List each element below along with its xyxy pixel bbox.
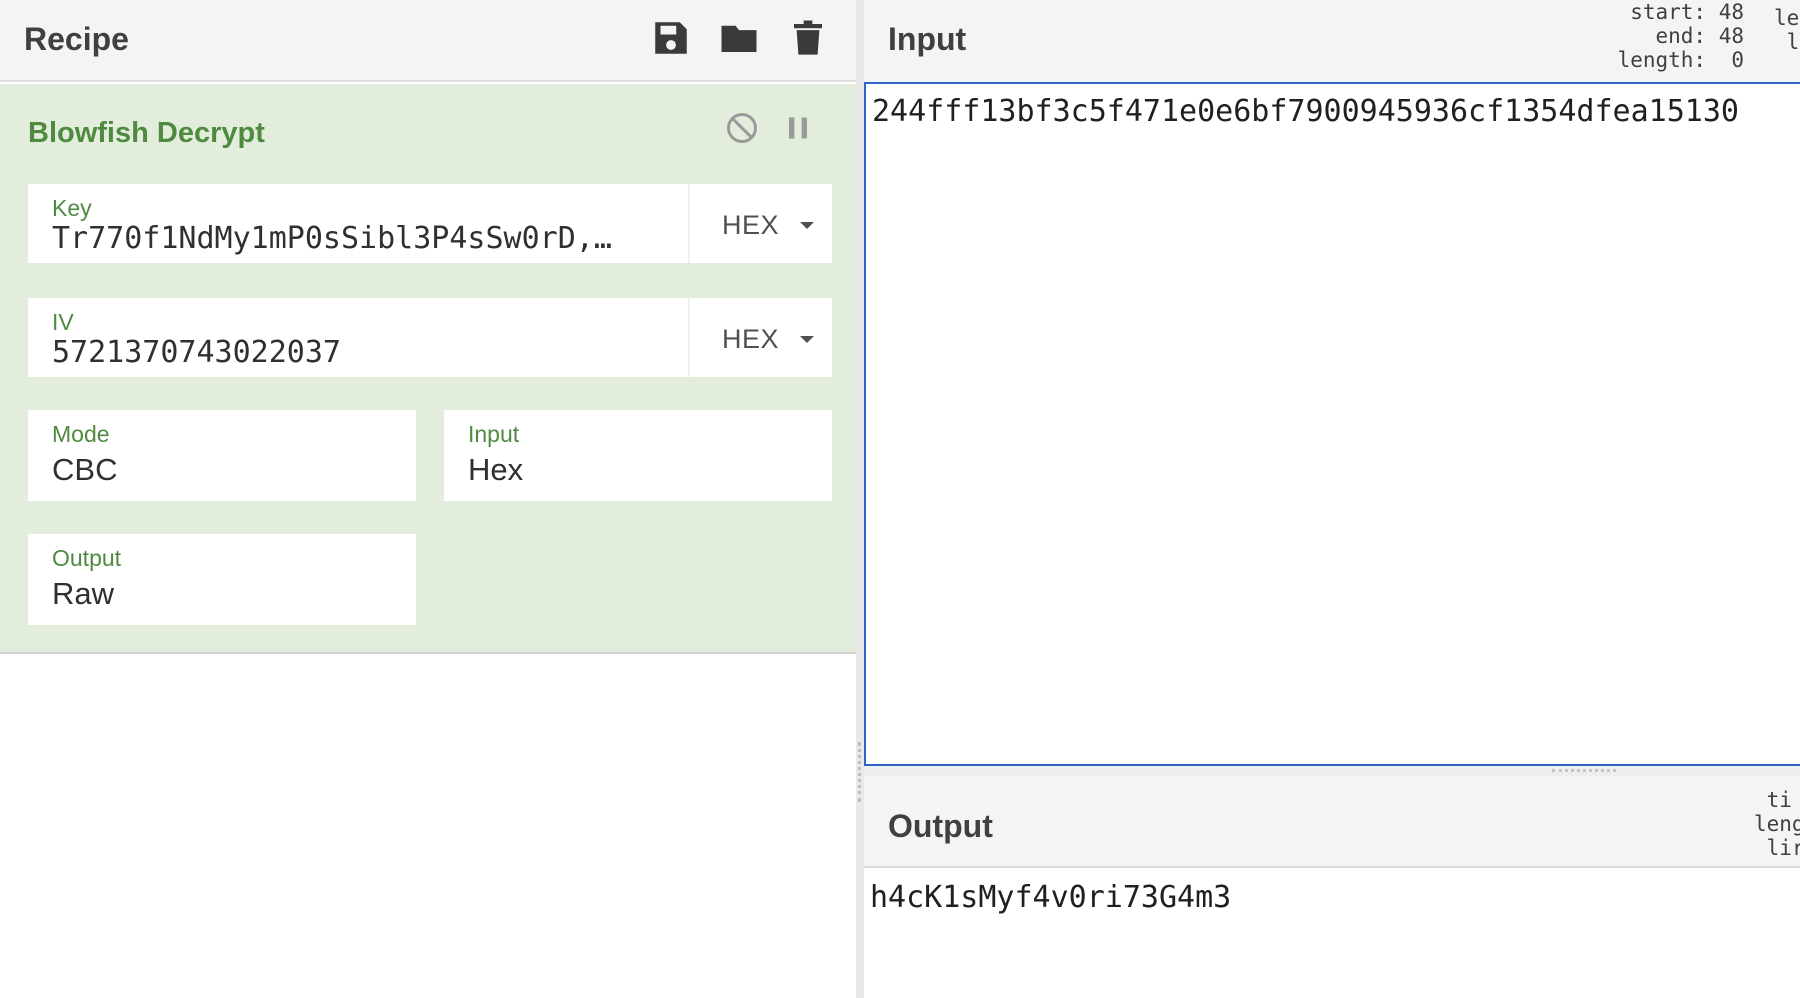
operation-title: Blowfish Decrypt bbox=[28, 117, 265, 149]
key-format-label: HEX bbox=[722, 210, 780, 240]
output-format-label: Output bbox=[52, 545, 122, 571]
key-field[interactable]: Key Tr770f1NdMy1mP0sSibl3P4sSw0rD,… HEX bbox=[28, 184, 832, 263]
io-splitter-grip[interactable] bbox=[1552, 769, 1616, 772]
key-label: Key bbox=[52, 195, 92, 221]
input-pane: Input start: 48 end: 48 length: 0 le l 2… bbox=[864, 0, 1800, 770]
key-format-dropdown[interactable]: HEX bbox=[688, 184, 832, 263]
io-splitter[interactable] bbox=[864, 766, 1800, 776]
output-stats-info: ti leng lir bbox=[1754, 788, 1800, 860]
blowfish-decrypt-operation[interactable]: Blowfish Decrypt Key Tr770f1NdMy1mP0sSib… bbox=[0, 84, 856, 654]
mode-label: Mode bbox=[52, 421, 110, 447]
recipe-title: Recipe bbox=[24, 21, 129, 57]
pane-splitter[interactable] bbox=[856, 0, 864, 998]
recipe-header: Recipe bbox=[0, 0, 856, 82]
folder-icon[interactable] bbox=[718, 17, 760, 59]
iv-format-dropdown[interactable]: HEX bbox=[688, 298, 832, 377]
input-title: Input bbox=[888, 21, 967, 57]
mode-value: CBC bbox=[52, 452, 118, 487]
save-icon[interactable] bbox=[650, 17, 692, 59]
iv-format-label: HEX bbox=[722, 324, 780, 354]
input-textarea[interactable]: 244fff13bf3c5f471e0e6bf7900945936cf1354d… bbox=[864, 82, 1800, 766]
input-format-label: Input bbox=[468, 421, 520, 447]
recipe-pane: Recipe Blowfish Decrypt Key Tr770f1NdMy1… bbox=[0, 0, 856, 998]
input-format-dropdown[interactable]: Input Hex bbox=[444, 410, 832, 501]
input-format-value: Hex bbox=[468, 452, 524, 487]
key-value[interactable]: Tr770f1NdMy1mP0sSibl3P4sSw0rD,… bbox=[52, 221, 672, 256]
chevron-down-icon bbox=[800, 222, 814, 229]
splitter-grip[interactable] bbox=[858, 742, 861, 802]
iv-label: IV bbox=[52, 309, 74, 335]
pause-icon[interactable] bbox=[780, 110, 816, 146]
output-format-value: Raw bbox=[52, 576, 115, 611]
chevron-down-icon bbox=[800, 336, 814, 343]
input-selection-info: start: 48 end: 48 length: 0 bbox=[1617, 0, 1744, 72]
output-text[interactable]: h4cK1sMyf4v0ri73G4m3 bbox=[870, 880, 1231, 915]
output-title: Output bbox=[888, 808, 993, 844]
output-pane: Output ti leng lir h4cK1sMyf4v0ri73G4m3 bbox=[864, 776, 1800, 998]
trash-icon[interactable] bbox=[787, 17, 829, 59]
disable-icon[interactable] bbox=[724, 110, 760, 146]
input-header: Input start: 48 end: 48 length: 0 le l bbox=[864, 0, 1800, 82]
output-header: Output ti leng lir bbox=[864, 776, 1800, 868]
input-text[interactable]: 244fff13bf3c5f471e0e6bf7900945936cf1354d… bbox=[872, 94, 1739, 129]
mode-dropdown[interactable]: Mode CBC bbox=[28, 410, 416, 501]
iv-value[interactable]: 5721370743022037 bbox=[52, 335, 672, 370]
output-format-dropdown[interactable]: Output Raw bbox=[28, 534, 416, 625]
iv-field[interactable]: IV 5721370743022037 HEX bbox=[28, 298, 832, 377]
input-length-info: le l bbox=[1774, 6, 1800, 54]
